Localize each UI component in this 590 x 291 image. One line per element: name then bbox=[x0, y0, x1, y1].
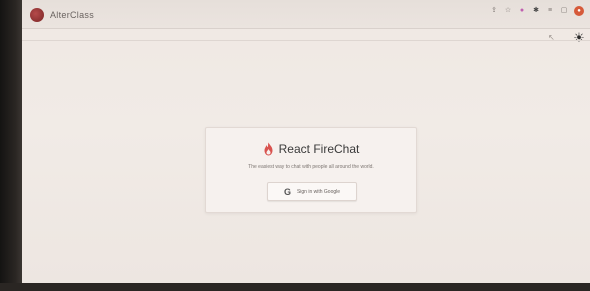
tab-favicon-icon bbox=[30, 8, 44, 22]
fire-icon bbox=[264, 142, 273, 156]
monitor-bezel-left bbox=[0, 0, 22, 291]
sun-icon[interactable]: ☀ bbox=[572, 31, 586, 45]
signin-button-label: Sign in with Google bbox=[296, 188, 341, 195]
tab-search-icon[interactable]: ≡ bbox=[546, 7, 554, 15]
login-card: React FireChat The easiest way to chat w… bbox=[205, 127, 417, 213]
extension-pink-icon[interactable]: ● bbox=[518, 7, 526, 15]
header-divider bbox=[22, 40, 590, 41]
card-title-row: React FireChat bbox=[206, 140, 416, 158]
app-subtitle: The easiest way to chat with people all … bbox=[248, 164, 374, 170]
browser-viewport: AlterClass ⇪ ☆ ● ✱ ≡ ▢ ● ↖ ☀ React FireC… bbox=[22, 0, 590, 283]
browser-tab-bar: AlterClass ⇪ ☆ ● ✱ ≡ ▢ ● bbox=[22, 0, 590, 29]
profile-avatar[interactable]: ● bbox=[574, 6, 584, 16]
share-icon[interactable]: ⇪ bbox=[490, 7, 498, 15]
window-icon[interactable]: ▢ bbox=[560, 7, 568, 15]
google-signin-button[interactable]: G Sign in with Google bbox=[267, 182, 357, 201]
puzzle-icon[interactable]: ✱ bbox=[532, 7, 540, 15]
google-icon: G bbox=[283, 186, 291, 197]
page-header: ↖ ☀ bbox=[22, 28, 590, 45]
app-title: React FireChat bbox=[278, 142, 360, 156]
star-icon[interactable]: ☆ bbox=[504, 7, 512, 15]
tab-title: AlterClass bbox=[50, 10, 95, 20]
browser-extension-icons: ⇪ ☆ ● ✱ ≡ ▢ ● bbox=[490, 6, 584, 16]
monitor-bezel-bottom bbox=[0, 283, 590, 291]
browser-tab[interactable]: AlterClass bbox=[30, 5, 126, 25]
